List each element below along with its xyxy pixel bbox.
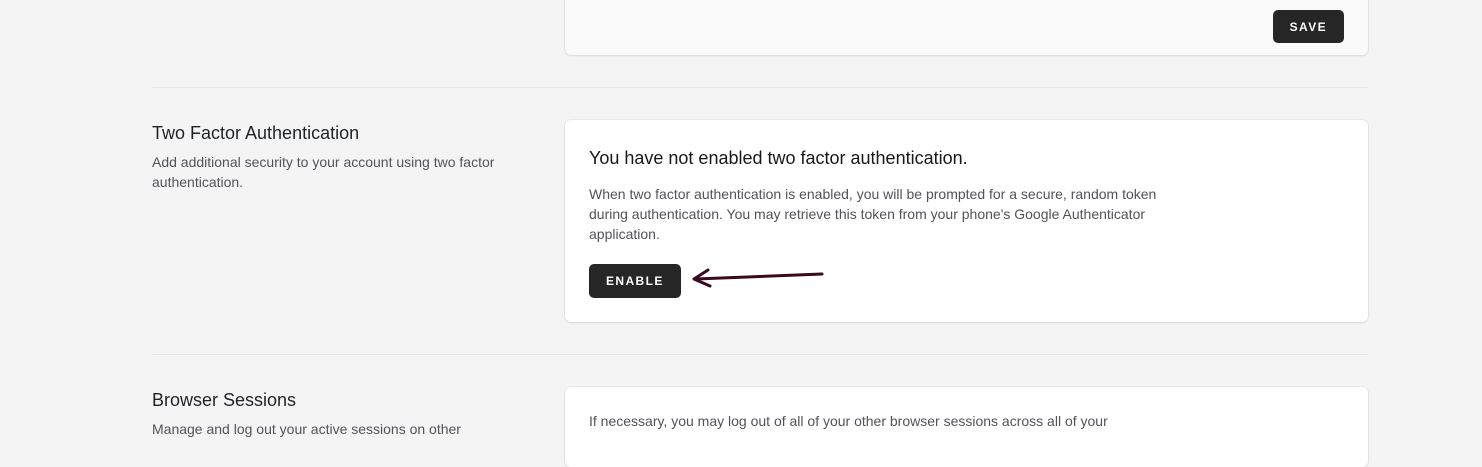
two-factor-status-heading: You have not enabled two factor authenti… xyxy=(589,148,968,168)
two-factor-title: Two Factor Authentication xyxy=(152,123,360,143)
two-factor-description: Add additional security to your account … xyxy=(152,154,495,190)
browser-sessions-title: Browser Sessions xyxy=(152,390,297,410)
browser-sessions-card: If necessary, you may log out of all of … xyxy=(565,387,1368,467)
section-divider xyxy=(152,87,1368,88)
two-factor-card: You have not enabled two factor authenti… xyxy=(565,120,1368,322)
enable-button[interactable]: ENABLE xyxy=(589,264,681,298)
arrow-left-annotation-icon xyxy=(692,268,824,288)
browser-sessions-description: Manage and log out your active sessions … xyxy=(152,421,461,437)
browser-sessions-explanation: If necessary, you may log out of all of … xyxy=(589,413,1108,429)
profile-info-card: SAVE xyxy=(565,0,1368,55)
save-button[interactable]: SAVE xyxy=(1272,10,1344,43)
two-factor-explanation: When two factor authentication is enable… xyxy=(589,186,1157,242)
section-divider xyxy=(152,354,1368,355)
